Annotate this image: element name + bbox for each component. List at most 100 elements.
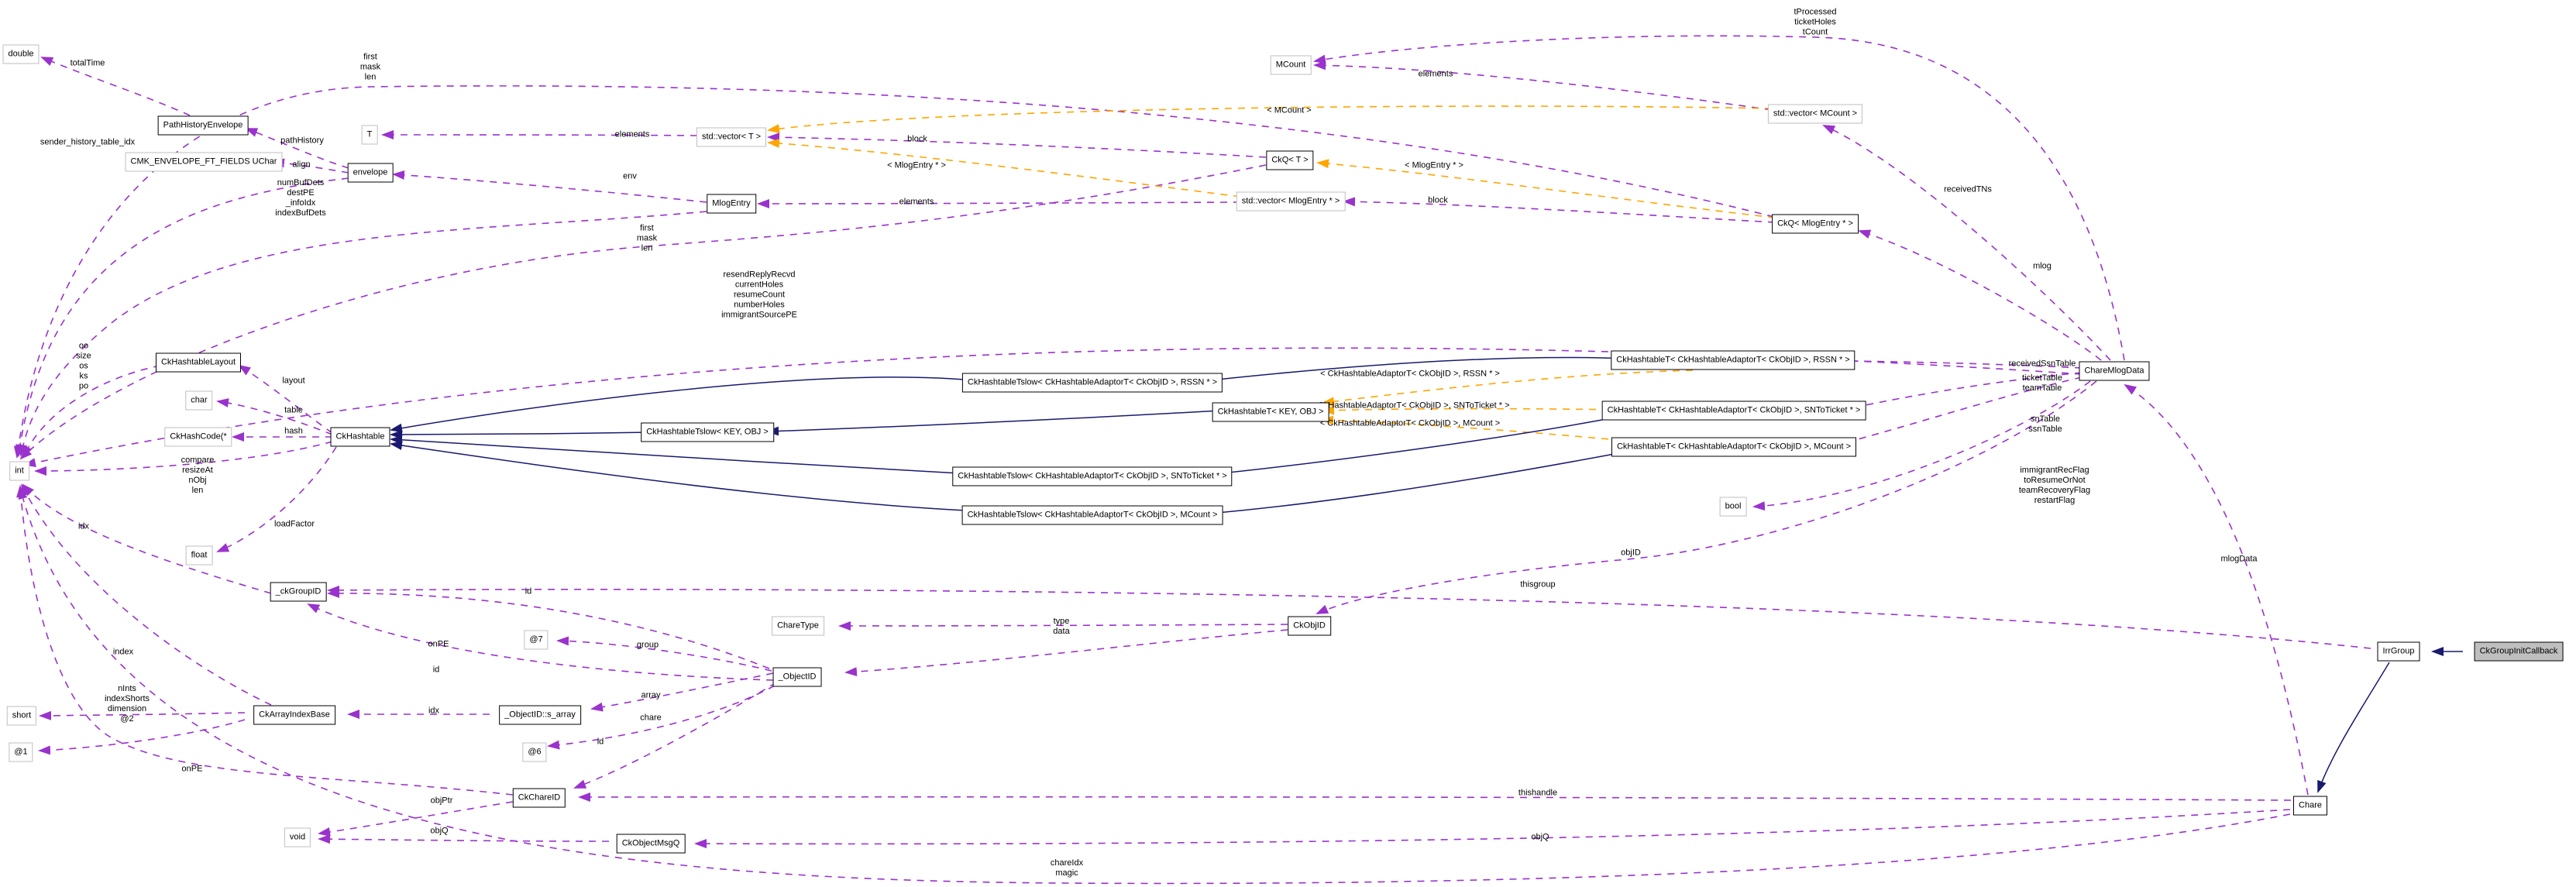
class-node-ck-chare-id[interactable]: CkChareID <box>513 789 566 808</box>
class-node-ck-array-index-base[interactable]: CkArrayIndexBase <box>253 706 335 725</box>
class-node-ck-group-id[interactable]: _ckGroupID <box>270 583 327 602</box>
class-node-object-id[interactable]: _ObjectID <box>773 668 822 687</box>
edge-label-28: < CkHashtableAdaptorT< CkObjID >, SNToTi… <box>1311 401 1510 411</box>
class-node-mlog-entry[interactable]: MlogEntry <box>707 194 756 214</box>
edge-label-44: idx <box>428 707 439 717</box>
class-node-ck-hashcode[interactable]: CkHashCode(* <box>164 428 232 447</box>
class-node-ck-hashtable-layout[interactable]: CkHashtableLayout <box>156 353 241 373</box>
class-node-mcount[interactable]: MCount <box>1271 56 1312 75</box>
edge-use-23 <box>23 485 271 593</box>
edge-use-11 <box>1315 65 1772 110</box>
edge-label-32: snTablessnTable <box>2028 414 2062 435</box>
edge-inh-62 <box>1209 451 1631 514</box>
class-node-char[interactable]: char <box>185 391 212 411</box>
edge-use-4 <box>383 135 697 136</box>
class-node-t-rssn[interactable]: CkHashtableT< CkHashtableAdaptorT< CkObj… <box>1611 351 1855 370</box>
class-node-tslow-key-obj[interactable]: CkHashtableTslow< KEY, OBJ > <box>641 423 774 442</box>
class-node-path-history-envelope[interactable]: PathHistoryEnvelope <box>158 116 249 136</box>
edge-label-6: elements <box>615 130 650 140</box>
edge-label-43: nIntsindexShortsdimension@2 <box>105 684 150 724</box>
edge-label-53: chareIdxmagic <box>1051 858 1083 878</box>
edge-use-22 <box>218 447 336 552</box>
edge-label-31: ticketTableteamTable <box>2022 373 2062 394</box>
edge-use-41 <box>575 682 776 788</box>
class-node-ckq-t[interactable]: CkQ< T > <box>1266 151 1313 170</box>
edge-label-37: id <box>525 587 532 597</box>
edge-label-40: onPE <box>428 640 449 650</box>
edge-label-1: firstmasklen <box>360 53 380 83</box>
class-node-ck-hashtable[interactable]: CkHashtable <box>331 428 390 447</box>
edge-label-52: objQ <box>1531 833 1549 843</box>
edge-label-16: receivedTNs <box>1944 185 1992 195</box>
edge-label-5: numBufDetsdestPE_infoIdxindexBufDets <box>275 178 325 218</box>
edge-label-26: idx <box>78 522 89 532</box>
class-node-double[interactable]: double <box>2 45 39 64</box>
class-node-chare-mlog-data[interactable]: ChareMlogData <box>2079 362 2149 381</box>
edge-use-40 <box>592 673 773 709</box>
edge-inh-64 <box>2318 662 2389 792</box>
class-node-ckq-mlogentry[interactable]: CkQ< MlogEntry * > <box>1772 215 1859 234</box>
class-node-float[interactable]: float <box>186 546 213 566</box>
edge-label-21: layout <box>282 376 304 387</box>
edge-label-48: onPE <box>182 765 203 775</box>
edge-label-20: oosizeoskspo <box>76 342 91 392</box>
edge-label-18: resendReplyRecvdcurrentHolesresumeCountn… <box>721 270 797 321</box>
class-node-short[interactable]: short <box>7 707 36 726</box>
class-node-object-id-s-array[interactable]: _ObjectID::s_array <box>499 706 581 725</box>
class-node-tslow-sntoticket[interactable]: CkHashtableTslow< CkHashtableAdaptorT< C… <box>952 467 1232 486</box>
edge-use-42 <box>549 686 775 746</box>
edge-use-34 <box>558 641 772 671</box>
class-node-at1[interactable]: @1 <box>9 743 33 762</box>
class-node-std-vector-mcount[interactable]: std::vector< MCount > <box>1768 105 1862 124</box>
edge-use-8 <box>769 137 1266 157</box>
edge-label-33: immigrantRecFlagtoResumeOrNotteamRecover… <box>2019 466 2090 506</box>
class-node-int[interactable]: int <box>9 462 29 481</box>
edge-use-46 <box>319 839 609 841</box>
class-node-t-sntoticket[interactable]: CkHashtableT< CkHashtableAdaptorT< CkObj… <box>1602 401 1866 421</box>
edge-use-5 <box>394 174 707 202</box>
edge-use-10 <box>1344 201 1775 222</box>
edge-label-14: block <box>1428 196 1448 206</box>
edge-label-8: block <box>907 135 927 145</box>
class-node-std-vector-t[interactable]: std::vector< T > <box>696 128 766 147</box>
class-node-at6[interactable]: @6 <box>522 743 546 762</box>
class-node-chare[interactable]: Chare <box>2293 796 2327 816</box>
edge-use-9 <box>758 202 1240 204</box>
class-node-ck-group-init-callback[interactable]: CkGroupInitCallback <box>2475 642 2564 662</box>
class-node-tslow-rssn[interactable]: CkHashtableTslow< CkHashtableAdaptorT< C… <box>962 373 1223 393</box>
edge-label-24: compareresizeAtnObjlen <box>181 456 215 496</box>
class-node-bool[interactable]: bool <box>1720 497 1747 517</box>
class-node-cmk-envelope-ft-fields[interactable]: CMK_ENVELOPE_FT_FIELDS UChar <box>126 153 283 172</box>
class-node-envelope[interactable]: envelope <box>348 163 394 183</box>
edge-label-7: env <box>623 172 637 182</box>
edge-label-13: < MlogEntry * > <box>1405 161 1463 171</box>
edge-inh-59 <box>768 411 1220 431</box>
class-node-void[interactable]: void <box>284 828 311 847</box>
class-node-tslow-mcount[interactable]: CkHashtableTslow< CkHashtableAdaptorT< C… <box>962 506 1223 525</box>
edge-use-19 <box>218 401 332 435</box>
class-node-std-vector-mlogentry[interactable]: std::vector< MlogEntry * > <box>1236 192 1346 211</box>
edge-label-15: tProcessedticketHolestCount <box>1794 8 1836 38</box>
edge-label-29: < CkHashtableAdaptorT< CkObjID >, MCount… <box>1320 419 1500 429</box>
class-node-ck-object-msgq[interactable]: CkObjectMsgQ <box>617 834 686 854</box>
edge-label-19: firstmasklen <box>637 224 657 254</box>
class-node-t-key-obj[interactable]: CkHashtableT< KEY, OBJ > <box>1212 403 1329 422</box>
class-node-irr-group[interactable]: IrrGroup <box>2378 642 2420 662</box>
edge-label-51: thishandle <box>1518 789 1557 799</box>
edge-label-25: loadFactor <box>274 520 315 530</box>
edge-label-9: < MlogEntry * > <box>887 161 946 171</box>
edge-use-38 <box>40 720 245 751</box>
edge-label-41: index <box>113 648 133 658</box>
class-node-ck-obj-id[interactable]: CkObjID <box>1288 617 1331 636</box>
edge-use-43 <box>580 797 2291 800</box>
edge-inh-56 <box>391 432 651 435</box>
class-node-t-mcount[interactable]: CkHashtableT< CkHashtableAdaptorT< CkObj… <box>1611 438 1856 457</box>
edge-use-14 <box>1859 231 2101 360</box>
edge-label-10: elements <box>899 198 934 208</box>
class-node-t[interactable]: T <box>362 125 378 145</box>
edge-use-36 <box>22 485 271 705</box>
class-node-at7[interactable]: @7 <box>524 631 548 650</box>
edge-use-30 <box>328 590 2371 648</box>
collaboration-diagram: double PathHistoryEnvelope CMK_ENVELOPE_FT… <box>0 0 2576 887</box>
class-node-chare-type[interactable]: ChareType <box>772 617 824 636</box>
